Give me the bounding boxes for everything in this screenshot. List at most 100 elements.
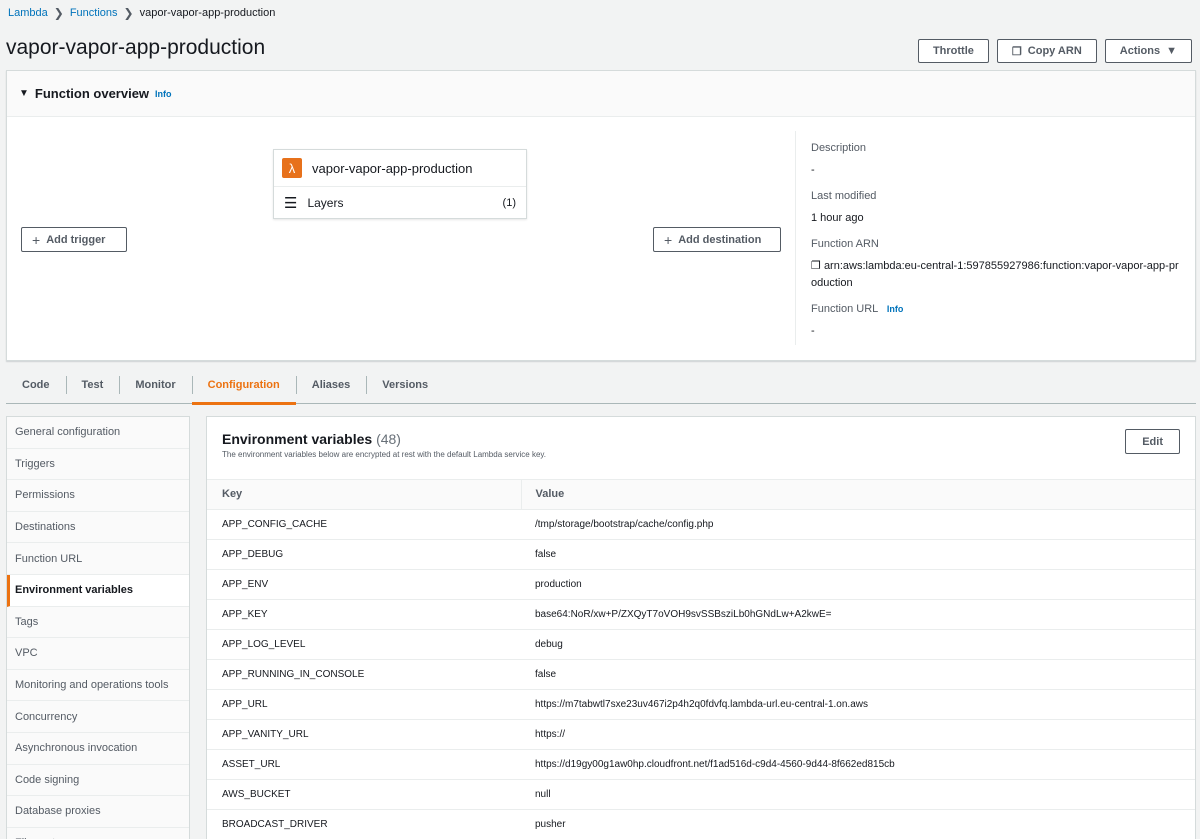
function-arn-text-1: arn:aws:lambda:eu-central-1:597855927986… [823, 260, 1179, 272]
table-row: APP_VANITY_URL https:// [207, 719, 1195, 751]
function-overview-header[interactable]: ▼ Function overview Info [7, 71, 1195, 117]
tab-bar: Code Test Monitor Configuration Aliases … [6, 366, 1196, 405]
function-url-info-link[interactable]: Info [887, 304, 904, 314]
table-row: APP_DEBUG false [207, 539, 1195, 570]
env-key: APP_ENV [207, 569, 521, 600]
sidenav-item-tags[interactable]: Tags [7, 606, 189, 639]
environment-variables-title: Environment variables (48) [222, 431, 1195, 447]
environment-variables-header: Environment variables (48) The environme… [207, 417, 1195, 480]
throttle-button-label: Throttle [932, 45, 974, 57]
table-row: APP_LOG_LEVEL debug [207, 629, 1195, 660]
environment-variables-table: Key Value APP_CONFIG_CACHE/tmp/storage/b… [207, 480, 1195, 839]
tab-test[interactable]: Test [65, 366, 120, 404]
table-row: APP_URL https://m7tabwtl7sxe23uv467i2p4h2… [207, 689, 1195, 721]
copy-icon: ❐ [1011, 45, 1022, 58]
column-header-key: Key [207, 480, 522, 510]
sidenav-item-environment-variables[interactable]: Environment variables [7, 574, 189, 607]
sidenav-item-code-signing[interactable]: Code signing [7, 764, 189, 797]
page-title: vapor-vapor-app-production [6, 36, 266, 59]
table-body: APP_CONFIG_CACHE/tmp/storage/bootstrap/c… [207, 509, 1195, 839]
tab-configuration[interactable]: Configuration [191, 366, 296, 405]
breadcrumb-current: vapor-vapor-app-production [139, 7, 276, 19]
env-key: APP_URL [207, 689, 521, 721]
function-url-label: Function URL Info [811, 303, 1197, 315]
function-url-label-text: Function URL [811, 303, 878, 315]
sidenav-item-monitoring[interactable]: Monitoring and operations tools [7, 669, 189, 702]
tab-code[interactable]: Code [6, 366, 66, 404]
breadcrumb-lambda[interactable]: Lambda [8, 7, 48, 19]
description-label: Description [811, 142, 867, 154]
layers-icon: ☰ [284, 195, 298, 212]
last-modified-value: 1 hour ago [811, 212, 864, 224]
sidenav-item-permissions[interactable]: Permissions [7, 480, 189, 512]
env-key: APP_RUNNING_IN_CONSOLE [207, 659, 521, 691]
info-link[interactable]: Info [155, 89, 172, 99]
actions-dropdown[interactable]: Actions ▼ [1104, 39, 1192, 63]
add-trigger-button[interactable]: + Add trigger [21, 227, 127, 252]
env-key: AWS_BUCKET [207, 779, 521, 811]
tab-aliases[interactable]: Aliases [295, 366, 367, 404]
sidenav-item-function-url[interactable]: Function URL [7, 543, 189, 575]
table-row: ASSET_URL https://d19gy00g1aw0hp.cloudfro… [207, 749, 1195, 781]
configuration-sidenav: General configuration Triggers Permissio… [6, 416, 190, 839]
env-value: https://m7tabwtl7sxe23uv467i2p4h2q0fdvfq… [521, 689, 1195, 721]
last-modified-label: Last modified [811, 190, 877, 202]
table-header-row: Key Value [207, 480, 1195, 510]
add-trigger-label: Add trigger [46, 233, 106, 246]
breadcrumb-functions[interactable]: Functions [70, 7, 118, 19]
sidenav-item-concurrency[interactable]: Concurrency [7, 701, 189, 733]
env-value: null [521, 779, 1195, 811]
env-value: https:// [521, 719, 1195, 751]
table-row: APP_ENV production [207, 569, 1195, 600]
plus-icon: + [32, 231, 41, 248]
add-destination-label: Add destination [678, 233, 762, 246]
function-overview-title: Function overview [34, 86, 150, 101]
plus-icon: + [664, 231, 673, 248]
sidenav-item-vpc[interactable]: VPC [7, 638, 189, 670]
sidenav-item-triggers[interactable]: Triggers [7, 448, 189, 481]
edit-button-label: Edit [1142, 435, 1163, 448]
function-arn-value: ❐ arn:aws:lambda:eu-central-1:5978559279… [811, 258, 1197, 292]
copy-icon[interactable]: ❐ [811, 260, 821, 272]
breadcrumb: Lambda ❯ Functions ❯ vapor-vapor-app-pro… [8, 6, 275, 20]
sidenav-item-general-configuration[interactable]: General configuration [7, 417, 189, 449]
env-key: BROADCAST_DRIVER [207, 809, 521, 839]
function-arn-label: Function ARN [811, 238, 879, 250]
env-key: ASSET_URL [207, 749, 521, 781]
sidenav-item-destinations[interactable]: Destinations [7, 511, 189, 544]
environment-variables-description: The environment variables below are encr… [222, 450, 547, 459]
actions-label: Actions [1119, 45, 1161, 57]
tab-monitor[interactable]: Monitor [119, 366, 191, 404]
layers-label: Layers [307, 196, 344, 210]
environment-variables-title-text: Environment variables [222, 431, 373, 447]
chevron-right-icon: ❯ [53, 6, 64, 20]
environment-variables-count: (48) [376, 431, 401, 447]
sidenav-item-database-proxies[interactable]: Database proxies [7, 796, 189, 828]
table-row: APP_CONFIG_CACHE/tmp/storage/bootstrap/c… [207, 509, 1195, 540]
lambda-icon: λ [282, 158, 302, 178]
throttle-button[interactable]: Throttle [917, 39, 989, 63]
env-value: false [521, 539, 1195, 570]
sidenav-item-async-invocation[interactable]: Asynchronous invocation [7, 732, 189, 765]
tab-versions[interactable]: Versions [366, 366, 444, 404]
edit-button[interactable]: Edit [1125, 429, 1180, 454]
env-value: base64:NoR/xw+P/ZXQyT7oVOH9svSSBsziLb0hG… [521, 599, 1195, 630]
copy-arn-button[interactable]: ❐ Copy ARN [996, 39, 1097, 63]
function-card[interactable]: λ vapor-vapor-app-production ☰ Layers (1… [273, 149, 527, 219]
env-key: APP_DEBUG [207, 539, 521, 570]
layers-row[interactable]: ☰ Layers (1) [274, 187, 526, 219]
sidenav-item-file-systems[interactable]: File systems [7, 827, 189, 839]
env-value: debug [521, 629, 1195, 660]
function-overview-panel: ▼ Function overview Info λ vapor-vapor-a… [6, 70, 1196, 361]
caret-down-icon: ▼ [1166, 45, 1177, 57]
description-value: - [811, 164, 815, 176]
table-row: APP_RUNNING_IN_CONSOLE false [207, 659, 1195, 691]
env-value: pusher [521, 809, 1195, 839]
env-key: APP_KEY [207, 599, 521, 630]
table-row: APP_KEY base64:NoR/xw+P/ZXQyT7oVOH9svSSBs… [207, 599, 1195, 630]
environment-variables-panel: Environment variables (48) The environme… [206, 416, 1196, 839]
function-name: vapor-vapor-app-production [312, 160, 473, 176]
function-url-value: - [811, 325, 815, 337]
env-key: APP_CONFIG_CACHE [207, 509, 521, 540]
add-destination-button[interactable]: + Add destination [653, 227, 781, 252]
